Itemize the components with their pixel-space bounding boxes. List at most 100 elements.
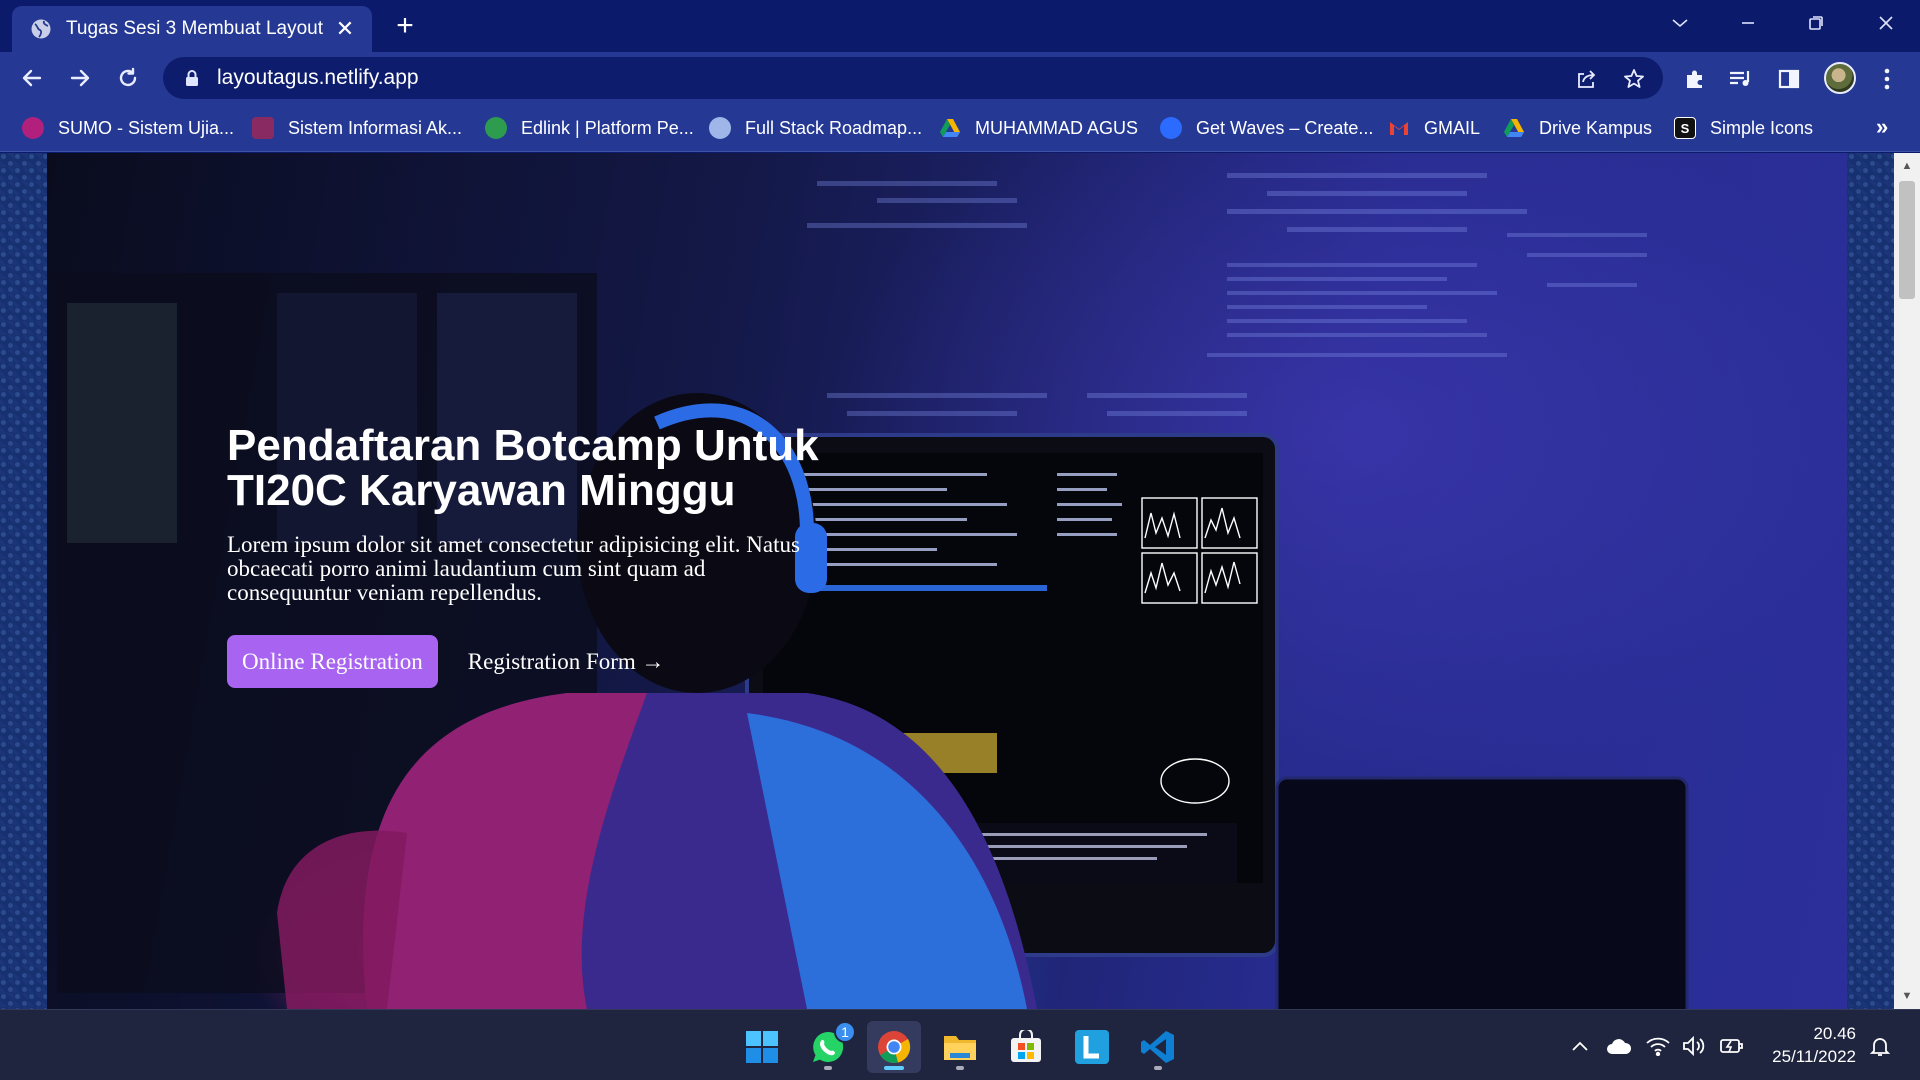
- hero-title: Pendaftaran Botcamp Untuk TI20C Karyawan…: [227, 421, 819, 515]
- bookmark-item[interactable]: Full Stack Roadmap...: [709, 114, 922, 142]
- puzzle-icon: [1687, 70, 1702, 88]
- scrollbar-thumb[interactable]: [1899, 181, 1915, 299]
- side-panel-icon: [1778, 69, 1800, 89]
- close-tab-button[interactable]: ✕: [332, 16, 358, 42]
- lock-icon: [186, 70, 198, 86]
- taskbar-microsoft-store[interactable]: [999, 1021, 1053, 1073]
- tab-title: Tugas Sesi 3 Membuat Layout: [66, 18, 323, 39]
- online-registration-button[interactable]: Online Registration: [227, 635, 438, 688]
- extensions-button[interactable]: [1682, 66, 1708, 92]
- cloud-icon: [1607, 1039, 1632, 1054]
- page-viewport: Pendaftaran Botcamp Untuk TI20C Karyawan…: [0, 153, 1894, 1009]
- file-explorer-icon: [944, 1036, 976, 1060]
- profile-avatar[interactable]: [1824, 62, 1856, 94]
- bookmark-item[interactable]: Drive Kampus: [1503, 114, 1652, 142]
- onedrive-tray-icon[interactable]: [1604, 1034, 1634, 1058]
- google-drive-icon: [940, 119, 960, 137]
- tab-search-button[interactable]: [1660, 8, 1700, 38]
- star-icon[interactable]: [1623, 68, 1645, 90]
- bookmark-item[interactable]: Edlink | Platform Pe...: [485, 114, 694, 142]
- bookmark-label: Get Waves – Create...: [1196, 117, 1374, 138]
- bookmark-label: Simple Icons: [1710, 117, 1814, 138]
- google-drive-icon: [1504, 119, 1524, 137]
- whatsapp-notification-badge: 1: [834, 1021, 856, 1043]
- chrome-icon: [878, 1031, 911, 1063]
- minimize-icon: [1742, 22, 1754, 24]
- roadmap-icon: [709, 117, 731, 139]
- sumo-icon: [22, 117, 44, 139]
- address-bar[interactable]: layoutagus.netlify.app: [163, 57, 1663, 99]
- start-button[interactable]: [735, 1021, 789, 1073]
- microsoft-store-icon: [1011, 1030, 1041, 1062]
- forward-button[interactable]: [64, 62, 96, 94]
- show-hidden-icons-button[interactable]: [1568, 1034, 1592, 1058]
- volume-tray-icon[interactable]: [1680, 1034, 1708, 1058]
- bookmarks-overflow-button[interactable]: »: [1876, 114, 1888, 140]
- taskbar-chrome[interactable]: [867, 1021, 921, 1073]
- simple-icons-icon: S: [1674, 117, 1696, 139]
- clock-date: 25/11/2022: [1772, 1047, 1856, 1066]
- bookmark-label: Edlink | Platform Pe...: [521, 117, 694, 138]
- edlink-icon: [485, 117, 507, 139]
- waves-icon: [1160, 117, 1182, 139]
- bookmark-label: MUHAMMAD AGUS: [975, 117, 1139, 138]
- media-control-button[interactable]: [1728, 66, 1754, 92]
- notification-bell-icon: [1869, 1038, 1891, 1056]
- bookmark-label: GMAIL: [1424, 117, 1481, 138]
- chevron-up-icon: [1572, 1041, 1588, 1051]
- speaker-icon: [1683, 1035, 1705, 1057]
- close-icon: [1879, 16, 1893, 30]
- restore-icon: [1809, 16, 1823, 30]
- url-text: layoutagus.netlify.app: [217, 66, 419, 89]
- bookmark-label: Full Stack Roadmap...: [745, 117, 923, 138]
- new-tab-button[interactable]: +: [390, 11, 420, 42]
- bookmark-item[interactable]: GMAIL: [1388, 114, 1480, 142]
- bookmark-label: SUMO - Sistem Ujia...: [58, 117, 235, 138]
- registration-form-link[interactable]: Registration Form →: [468, 649, 665, 675]
- browser-tab-active[interactable]: Tugas Sesi 3 Membuat Layout ✕: [12, 6, 372, 52]
- hero-description: Lorem ipsum dolor sit amet consectetur a…: [227, 532, 800, 605]
- close-window-button[interactable]: [1866, 8, 1906, 38]
- scroll-up-arrow-icon[interactable]: ▲: [1894, 155, 1920, 177]
- chevron-down-icon: [1672, 19, 1688, 28]
- taskbar-l-app[interactable]: [1065, 1021, 1119, 1073]
- arrow-right-icon: [70, 69, 90, 87]
- running-indicator: [1154, 1066, 1162, 1070]
- bookmark-label: Sistem Informasi Ak...: [288, 117, 463, 138]
- share-icon[interactable]: [1575, 68, 1597, 90]
- browser-menu-button[interactable]: [1874, 66, 1900, 92]
- playlist-icon: [1730, 71, 1750, 86]
- reload-icon: [119, 67, 137, 87]
- taskbar-clock[interactable]: 20.46 25/11/2022: [1760, 1022, 1856, 1068]
- scroll-down-arrow-icon[interactable]: ▼: [1894, 985, 1920, 1007]
- bookmark-label: Drive Kampus: [1539, 117, 1653, 138]
- reload-button[interactable]: [112, 62, 144, 94]
- bookmark-item[interactable]: MUHAMMAD AGUS: [939, 114, 1138, 142]
- vscode-icon: [1141, 1031, 1174, 1063]
- restore-button[interactable]: [1796, 8, 1836, 38]
- back-button[interactable]: [16, 62, 48, 94]
- bookmark-item[interactable]: Get Waves – Create...: [1160, 114, 1373, 142]
- running-indicator: [956, 1066, 964, 1070]
- globe-icon: [31, 19, 51, 39]
- side-panel-button[interactable]: [1776, 66, 1802, 92]
- taskbar-file-explorer[interactable]: [933, 1021, 987, 1073]
- bookmark-item[interactable]: S Simple Icons: [1674, 114, 1813, 142]
- bookmarks-bar: SUMO - Sistem Ujia... Sistem Informasi A…: [0, 104, 1920, 152]
- battery-tray-icon[interactable]: [1716, 1034, 1746, 1058]
- windows-start-icon: [746, 1031, 778, 1063]
- taskbar-vscode[interactable]: [1131, 1021, 1185, 1073]
- browser-toolbar: layoutagus.netlify.app: [0, 52, 1920, 104]
- windows-taskbar: 1 20.46 25/11/2022: [0, 1009, 1920, 1080]
- browser-titlebar: Tugas Sesi 3 Membuat Layout ✕ +: [0, 0, 1920, 52]
- minimize-button[interactable]: [1728, 8, 1768, 38]
- wifi-icon: [1646, 1037, 1670, 1056]
- bookmark-item[interactable]: SUMO - Sistem Ujia...: [22, 114, 234, 142]
- gmail-icon: [1390, 122, 1408, 135]
- bookmark-item[interactable]: Sistem Informasi Ak...: [252, 114, 462, 142]
- notification-center-button[interactable]: [1866, 1034, 1894, 1058]
- running-indicator: [824, 1066, 832, 1070]
- wifi-tray-icon[interactable]: [1644, 1034, 1672, 1058]
- page-scrollbar[interactable]: ▲ ▼: [1894, 153, 1920, 1009]
- more-vertical-icon: [1884, 68, 1890, 90]
